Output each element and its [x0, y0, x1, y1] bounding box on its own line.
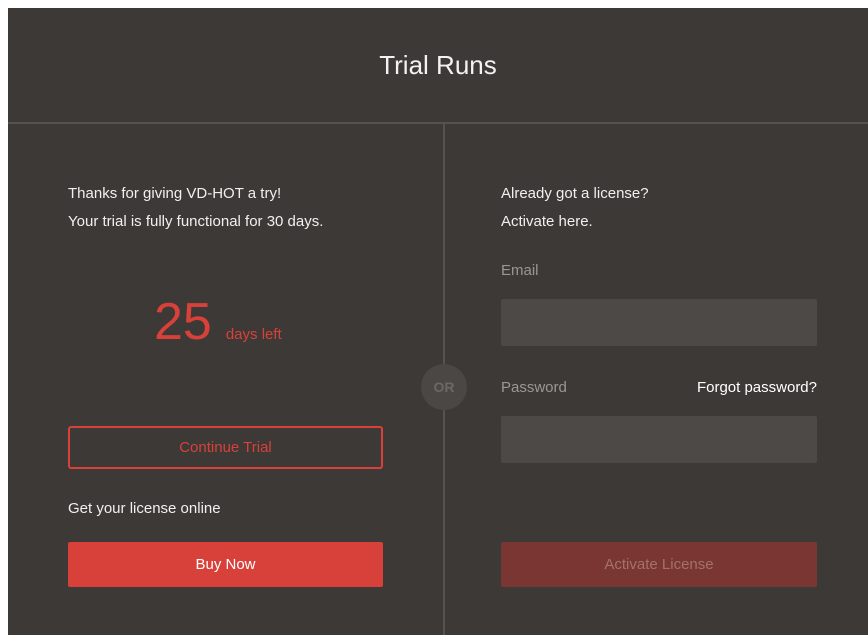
email-label: Email — [501, 262, 539, 279]
activation-intro-line1: Already got a license? — [501, 185, 649, 202]
activate-license-button[interactable]: Activate License — [501, 542, 817, 587]
days-left-countdown: 25 days left — [154, 296, 282, 348]
password-input[interactable] — [501, 416, 817, 463]
activation-intro-line2: Activate here. — [501, 213, 593, 230]
activation-intro: Already got a license? Activate here. — [501, 180, 649, 236]
left-edge — [0, 8, 8, 635]
header: Trial Runs — [8, 8, 868, 124]
email-input[interactable] — [501, 299, 817, 346]
trial-panel: Thanks for giving VD-HOT a try! Your tri… — [8, 124, 443, 635]
buy-now-button[interactable]: Buy Now — [68, 542, 383, 587]
top-edge — [0, 0, 868, 8]
forgot-password-link[interactable]: Forgot password? — [697, 379, 817, 396]
trial-intro-line2: Your trial is fully functional for 30 da… — [68, 213, 324, 230]
days-left-label: days left — [225, 326, 282, 343]
trial-intro: Thanks for giving VD-HOT a try! Your tri… — [68, 180, 323, 236]
activation-panel: Already got a license? Activate here. Em… — [445, 124, 868, 635]
days-left-number: 25 — [154, 293, 212, 351]
continue-trial-button[interactable]: Continue Trial — [68, 426, 383, 469]
get-license-text: Get your license online — [68, 500, 221, 517]
password-label: Password — [501, 379, 567, 396]
trial-window: Trial Runs Thanks for giving VD-HOT a tr… — [8, 8, 868, 635]
page-title: Trial Runs — [379, 49, 497, 80]
trial-intro-line1: Thanks for giving VD-HOT a try! — [68, 185, 282, 202]
